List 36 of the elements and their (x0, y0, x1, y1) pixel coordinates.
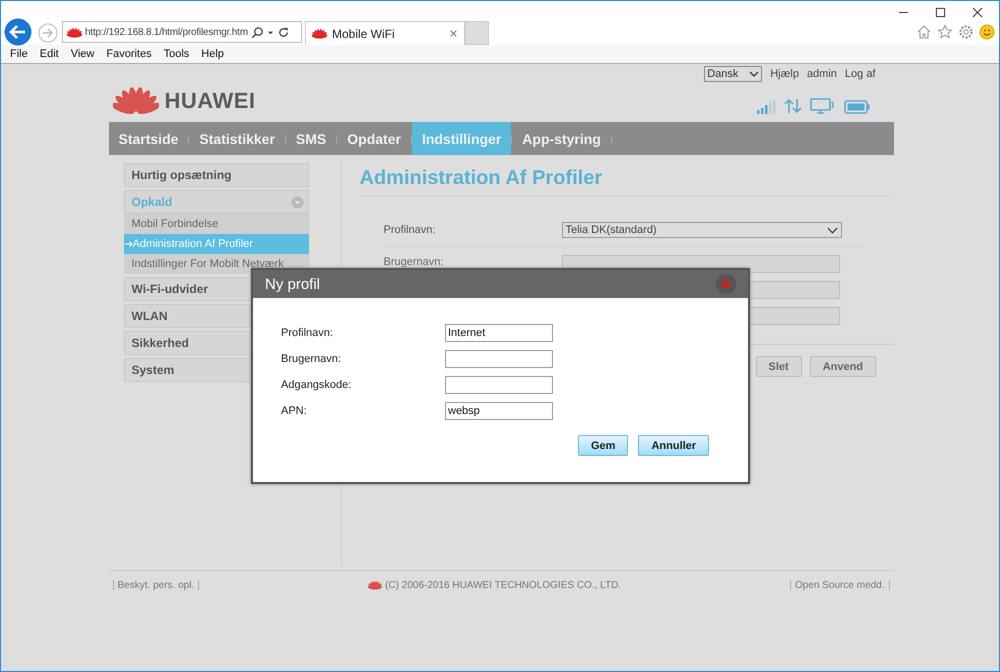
header-link[interactable]: admin (806, 68, 837, 80)
nav-tab[interactable]: Opdater (337, 122, 411, 155)
dialog-button[interactable]: Annuller (638, 435, 710, 456)
menu-item[interactable]: View (70, 48, 94, 60)
brand-name: HUAWEI (164, 88, 256, 114)
action-button[interactable]: Anvend (810, 356, 876, 377)
input-field[interactable]: Internet (445, 324, 553, 342)
profile-select[interactable]: Telia DK(standard) (562, 222, 842, 238)
menu-item[interactable]: File (10, 48, 28, 60)
footer-link[interactable]: Open Source medd. (795, 580, 884, 590)
copyright-text: (C) 2006-2016 HUAWEI TECHNOLOGIES CO., LTD. (385, 580, 622, 590)
menu-item[interactable]: Edit (40, 48, 59, 60)
field-label: Profilnavn: (384, 224, 436, 236)
nav-tab[interactable]: App-styring (512, 122, 611, 155)
footer-link[interactable]: Beskyt. pers. opl. (118, 580, 194, 590)
field-label: APN: (281, 405, 308, 417)
page-title: Administration Af Profiler (360, 167, 894, 197)
sidebar-subitem[interactable]: Mobil Forbindelse (124, 214, 309, 234)
sidebar-item[interactable]: Hurtig opsætning (124, 163, 309, 187)
menu-item[interactable]: Tools (164, 48, 190, 60)
language-select[interactable]: Dansk (704, 66, 762, 82)
field-label: Adgangskode: (281, 379, 352, 391)
field-label: Brugernavn: (384, 255, 444, 268)
menu-item[interactable]: Help (201, 48, 224, 60)
menu-item[interactable]: Favorites (106, 48, 152, 60)
url-text: http://192.168.8.1/html/profilesmgr.htm (85, 26, 248, 38)
address-bar[interactable]: http://192.168.8.1/html/profilesmgr.htm (62, 21, 302, 43)
action-button[interactable]: Slet (756, 356, 802, 377)
nav-tab[interactable]: SMS (286, 122, 336, 155)
nav-tab[interactable]: Startside (108, 122, 188, 155)
input-field[interactable]: websp (445, 402, 553, 420)
header-link[interactable]: Log af (844, 68, 876, 80)
sidebar-subitem[interactable]: Indstillinger For Mobilt Netværk (124, 254, 309, 274)
nav-tab[interactable]: Statistikker (189, 122, 285, 155)
dialog-button[interactable]: Gem (578, 435, 628, 456)
header-link[interactable]: Hjælp (770, 68, 799, 80)
